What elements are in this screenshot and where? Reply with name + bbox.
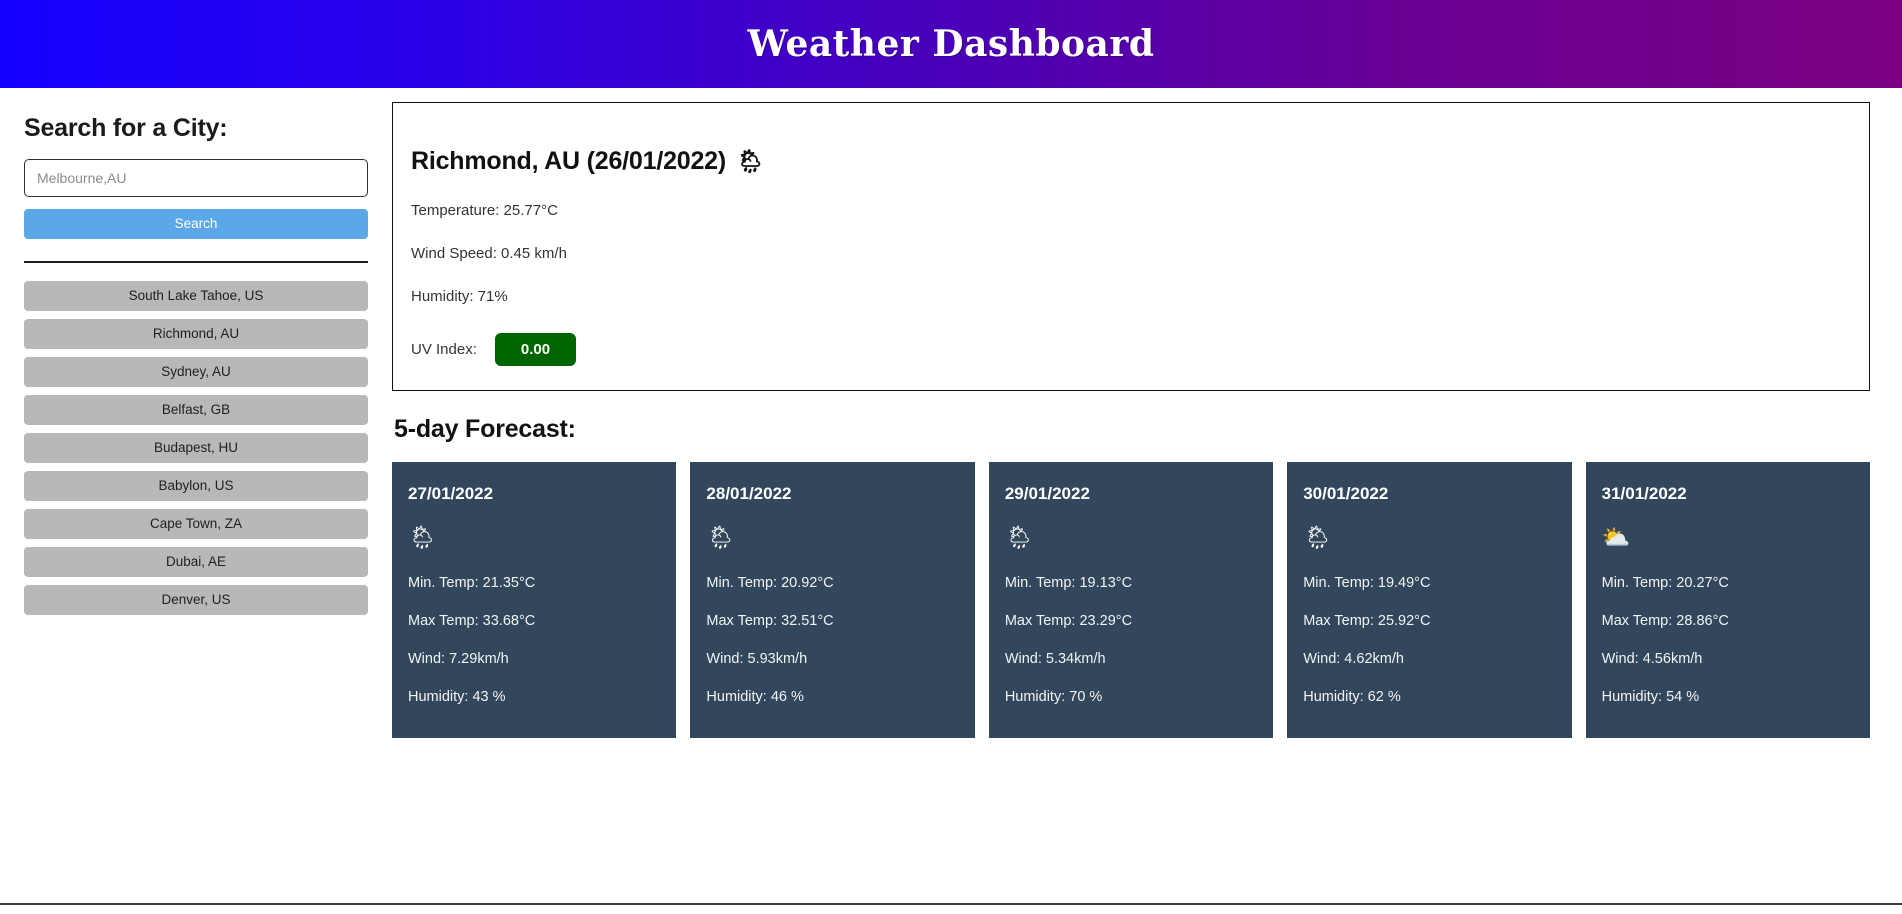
current-weather-title: Richmond, AU (26/01/2022) 🌦 (411, 147, 1839, 176)
forecast-humidity: Humidity: 54 % (1601, 689, 1700, 705)
search-button[interactable]: Search (24, 209, 368, 239)
forecast-card-0: 27/01/2022 🌦 Min. Temp: 21.35°C Max Temp… (392, 462, 677, 738)
forecast-wind: Wind: 4.62km/h (1303, 651, 1404, 667)
forecast-max-temp: Max Temp: 23.29°C (1004, 613, 1133, 629)
forecast-wind: Wind: 5.34km/h (1004, 651, 1106, 667)
forecast-card-2: 29/01/2022 🌦 Min. Temp: 19.13°C Max Temp… (988, 462, 1274, 738)
history-item-4[interactable]: Budapest, HU (24, 433, 368, 463)
page-bottom-divider (0, 903, 1902, 905)
search-sidebar: Search for a City: Search South Lake Tah… (0, 102, 392, 623)
search-input[interactable] (24, 159, 368, 197)
forecast-card-3: 30/01/2022 🌦 Min. Temp: 19.49°C Max Temp… (1287, 462, 1572, 738)
forecast-row: 27/01/2022 🌦 Min. Temp: 21.35°C Max Temp… (392, 462, 1871, 738)
forecast-wind: Wind: 4.56km/h (1601, 651, 1703, 667)
forecast-date: 28/01/2022 (706, 484, 792, 503)
forecast-humidity: Humidity: 62 % (1303, 689, 1401, 705)
history-item-7[interactable]: Dubai, AE (24, 547, 368, 577)
forecast-date: 27/01/2022 (408, 484, 494, 503)
forecast-max-temp: Max Temp: 25.92°C (1303, 613, 1431, 629)
sun-behind-cloud-icon: ⛅ (1601, 524, 1631, 550)
forecast-max-temp: Max Temp: 32.51°C (706, 613, 834, 629)
forecast-min-temp: Min. Temp: 20.92°C (706, 575, 834, 591)
sun-behind-rain-cloud-icon: 🌦 (1004, 524, 1035, 550)
uv-index-badge: 0.00 (494, 333, 577, 366)
history-item-0[interactable]: South Lake Tahoe, US (24, 281, 368, 311)
current-temperature: Temperature: 25.77°C (411, 202, 558, 219)
forecast-humidity: Humidity: 43 % (408, 689, 506, 705)
history-item-5[interactable]: Babylon, US (24, 471, 368, 501)
forecast-wind: Wind: 7.29km/h (408, 651, 509, 667)
sidebar-heading: Search for a City: (24, 114, 228, 142)
forecast-humidity: Humidity: 70 % (1004, 689, 1103, 705)
forecast-min-temp: Min. Temp: 20.27°C (1601, 575, 1729, 591)
history-item-1[interactable]: Richmond, AU (24, 319, 368, 349)
forecast-max-temp: Max Temp: 28.86°C (1601, 613, 1729, 629)
forecast-min-temp: Min. Temp: 19.13°C (1004, 575, 1133, 591)
sun-behind-rain-cloud-icon: 🌦 (408, 524, 438, 550)
current-wind-speed: Wind Speed: 0.45 km/h (411, 245, 567, 262)
forecast-humidity: Humidity: 46 % (706, 689, 804, 705)
page-body: Search for a City: Search South Lake Tah… (0, 88, 1902, 738)
current-weather-card: Richmond, AU (26/01/2022) 🌦 Temperature:… (392, 102, 1870, 391)
history-item-3[interactable]: Belfast, GB (24, 395, 368, 425)
history-item-6[interactable]: Cape Town, ZA (24, 509, 368, 539)
current-uv-index-row: UV Index: 0.00 (411, 333, 1839, 366)
forecast-min-temp: Min. Temp: 19.49°C (1303, 575, 1431, 591)
search-history-list: South Lake Tahoe, US Richmond, AU Sydney… (24, 281, 368, 615)
sun-behind-rain-cloud-icon: 🌦 (1303, 524, 1333, 550)
history-item-8[interactable]: Denver, US (24, 585, 368, 615)
forecast-wind: Wind: 5.93km/h (706, 651, 808, 667)
forecast-min-temp: Min. Temp: 21.35°C (408, 575, 536, 591)
forecast-card-1: 28/01/2022 🌦 Min. Temp: 20.92°C Max Temp… (690, 462, 975, 738)
forecast-date: 30/01/2022 (1303, 484, 1389, 503)
current-humidity: Humidity: 71% (411, 288, 508, 305)
rain-cloud-icon: 🌦 (736, 148, 766, 174)
forecast-date: 31/01/2022 (1601, 484, 1687, 503)
uv-index-label: UV Index: (411, 341, 477, 358)
forecast-heading: 5-day Forecast: (394, 415, 576, 443)
forecast-card-4: 31/01/2022 ⛅ Min. Temp: 20.27°C Max Temp… (1585, 462, 1871, 738)
sun-behind-rain-cloud-icon: 🌦 (706, 524, 736, 550)
main-content: Richmond, AU (26/01/2022) 🌦 Temperature:… (392, 102, 1902, 738)
app-title: Weather Dashboard (747, 23, 1155, 65)
forecast-max-temp: Max Temp: 33.68°C (408, 613, 536, 629)
sidebar-divider (24, 261, 368, 263)
forecast-date: 29/01/2022 (1004, 484, 1090, 503)
history-item-2[interactable]: Sydney, AU (24, 357, 368, 387)
current-city-date: Richmond, AU (26/01/2022) (411, 147, 727, 175)
app-header: Weather Dashboard (0, 0, 1902, 88)
